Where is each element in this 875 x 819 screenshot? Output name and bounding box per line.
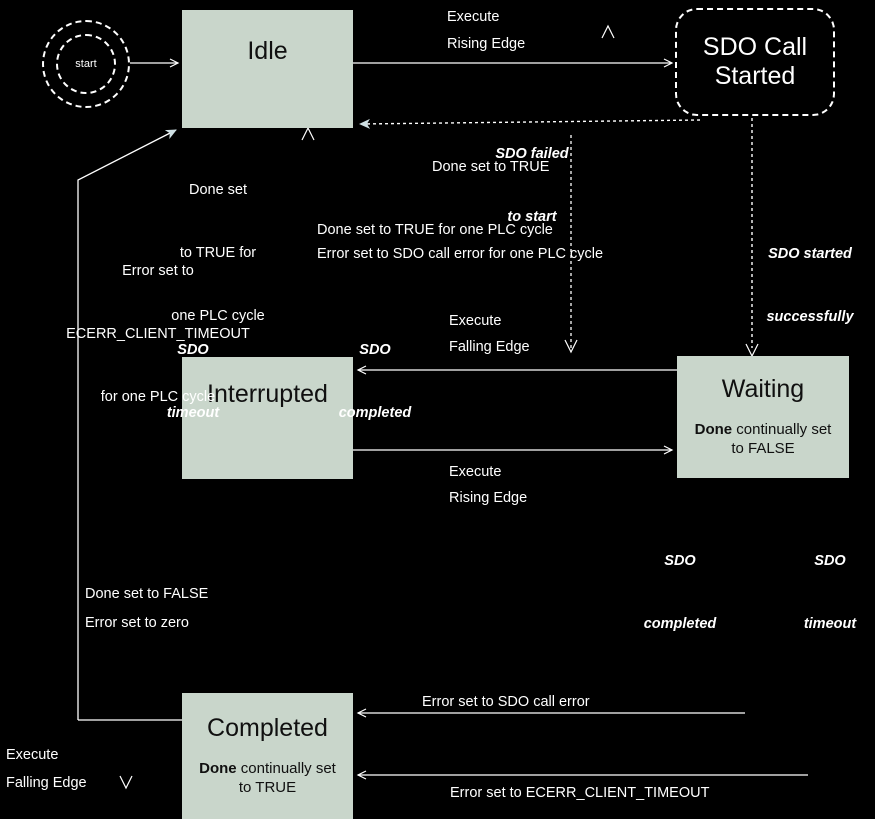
label-sdo-timeout-mid-l2: timeout bbox=[166, 405, 220, 422]
label-done-set-false: Done set to FALSE bbox=[85, 584, 208, 605]
label-done-set-false-text: Done set to FALSE bbox=[85, 586, 209, 602]
label-sdo-timeout-mid-l1: SDO bbox=[177, 342, 209, 359]
label-sdo-timeout-lower-l2: timeout bbox=[803, 616, 857, 633]
label-error-sdo-call-error-text: Error set to SDO call error bbox=[422, 694, 590, 710]
label-falling-edge-bl-l2: Falling Edge bbox=[6, 775, 87, 791]
label-sdo-completed-mid-l2: completed bbox=[338, 405, 412, 422]
label-sdo-timeout-lower: SDO timeout bbox=[785, 509, 875, 677]
state-completed-sub-bold: Done bbox=[199, 759, 237, 777]
label-sdo-completed-lower-l2: completed bbox=[643, 616, 717, 633]
state-waiting[interactable]: Waiting Done continually set to FALSE bbox=[677, 356, 849, 478]
label-falling-edge-mid-l2: Falling Edge bbox=[449, 339, 530, 355]
label-falling-edge-mid: Falling Edge bbox=[449, 337, 530, 358]
label-done-true-one-plc-cycle: Done set to TRUE for one PLC cycle bbox=[317, 220, 553, 241]
label-done-set-to-true: Done set to TRUE bbox=[432, 157, 549, 178]
pseudo-state-line2: Started bbox=[714, 62, 796, 90]
state-idle-title: Idle bbox=[247, 37, 288, 65]
label-error-ecerr-timeout-text: Error set to ECERR_CLIENT_TIMEOUT bbox=[450, 785, 710, 801]
pseudo-state-line1: SDO Call bbox=[702, 33, 808, 62]
label-error-set-l1: Error set to bbox=[122, 263, 194, 280]
label-execute-top-l1: Execute bbox=[447, 9, 500, 25]
label-done-set-true-text: Done set to TRUE bbox=[432, 159, 550, 175]
arrowhead-up-idle-bottom-right bbox=[601, 24, 615, 39]
state-completed-title: Completed bbox=[207, 714, 328, 742]
label-execute-rising-edge-mid: Execute bbox=[449, 462, 501, 483]
label-error-sdo-one-cycle-text: Error set to SDO call error for one PLC … bbox=[317, 246, 604, 262]
label-error-ecerr-timeout-bottom: Error set to ECERR_CLIENT_TIMEOUT bbox=[450, 783, 709, 804]
state-completed-subtitle: Done continually set to TRUE bbox=[182, 759, 353, 798]
label-execute-rising-edge-top: Execute bbox=[447, 7, 499, 28]
label-sdo-completed-lower: SDO completed bbox=[625, 509, 735, 677]
pseudo-state-sdo-call-started-title: SDO Call Started bbox=[703, 33, 807, 91]
label-execute-falling-edge-mid: Execute bbox=[449, 311, 501, 332]
label-sdo-completed-mid-l1: SDO bbox=[359, 342, 391, 359]
label-error-sdo-call-error-bottom: Error set to SDO call error bbox=[422, 692, 590, 713]
label-rising-edge-mid-l2: Rising Edge bbox=[449, 490, 528, 506]
pseudo-state-sdo-call-started[interactable]: SDO Call Started bbox=[675, 8, 835, 116]
state-completed-sub-rest: continually set to TRUE bbox=[236, 759, 336, 797]
label-sdo-started-successfully: SDO started successfully bbox=[745, 202, 875, 370]
label-sdo-started-l1: SDO started bbox=[768, 246, 852, 263]
label-sdo-started-l2: successfully bbox=[766, 309, 854, 326]
label-done-set-l1: Done set bbox=[188, 182, 248, 199]
state-waiting-sub-bold: Done bbox=[694, 420, 733, 438]
state-idle[interactable]: Idle bbox=[182, 10, 353, 128]
label-falling-edge-bottom-left: Falling Edge bbox=[6, 773, 87, 794]
label-rising-edge-mid: Rising Edge bbox=[449, 488, 527, 509]
state-completed[interactable]: Completed Done continually set to TRUE bbox=[182, 693, 353, 819]
label-sdo-timeout-mid: SDO timeout bbox=[143, 298, 243, 466]
label-error-set-zero-text: Error set to zero bbox=[85, 615, 189, 631]
state-diagram-canvas: start Idle Interrupted Waiting Done cont… bbox=[0, 0, 875, 819]
label-sdo-completed-lower-l1: SDO bbox=[664, 553, 696, 570]
label-execute-bottom-left: Execute bbox=[6, 745, 58, 766]
label-execute-rising-mid-l1: Execute bbox=[449, 464, 502, 480]
state-waiting-subtitle: Done continually set to FALSE bbox=[677, 420, 849, 459]
start-node-label: start bbox=[75, 58, 97, 70]
label-execute-falling-mid-l1: Execute bbox=[449, 313, 502, 329]
label-error-set-zero: Error set to zero bbox=[85, 613, 189, 634]
label-execute-bl-l1: Execute bbox=[6, 747, 59, 763]
label-rising-top-l2: Rising Edge bbox=[447, 36, 526, 52]
label-rising-edge-top: Rising Edge bbox=[447, 34, 525, 55]
label-sdo-timeout-lower-l1: SDO bbox=[814, 553, 846, 570]
arrowhead-up-idle-bottom-left bbox=[301, 126, 315, 141]
label-done-true-one-cycle-text: Done set to TRUE for one PLC cycle bbox=[317, 222, 553, 238]
label-sdo-completed-mid: SDO completed bbox=[320, 298, 430, 466]
arrowhead-completed-falling-edge-chevron bbox=[119, 775, 133, 790]
label-error-sdo-call-error-one-cycle: Error set to SDO call error for one PLC … bbox=[317, 244, 603, 265]
state-waiting-sub-rest: continually set to FALSE bbox=[731, 420, 832, 458]
state-waiting-title: Waiting bbox=[721, 375, 805, 403]
